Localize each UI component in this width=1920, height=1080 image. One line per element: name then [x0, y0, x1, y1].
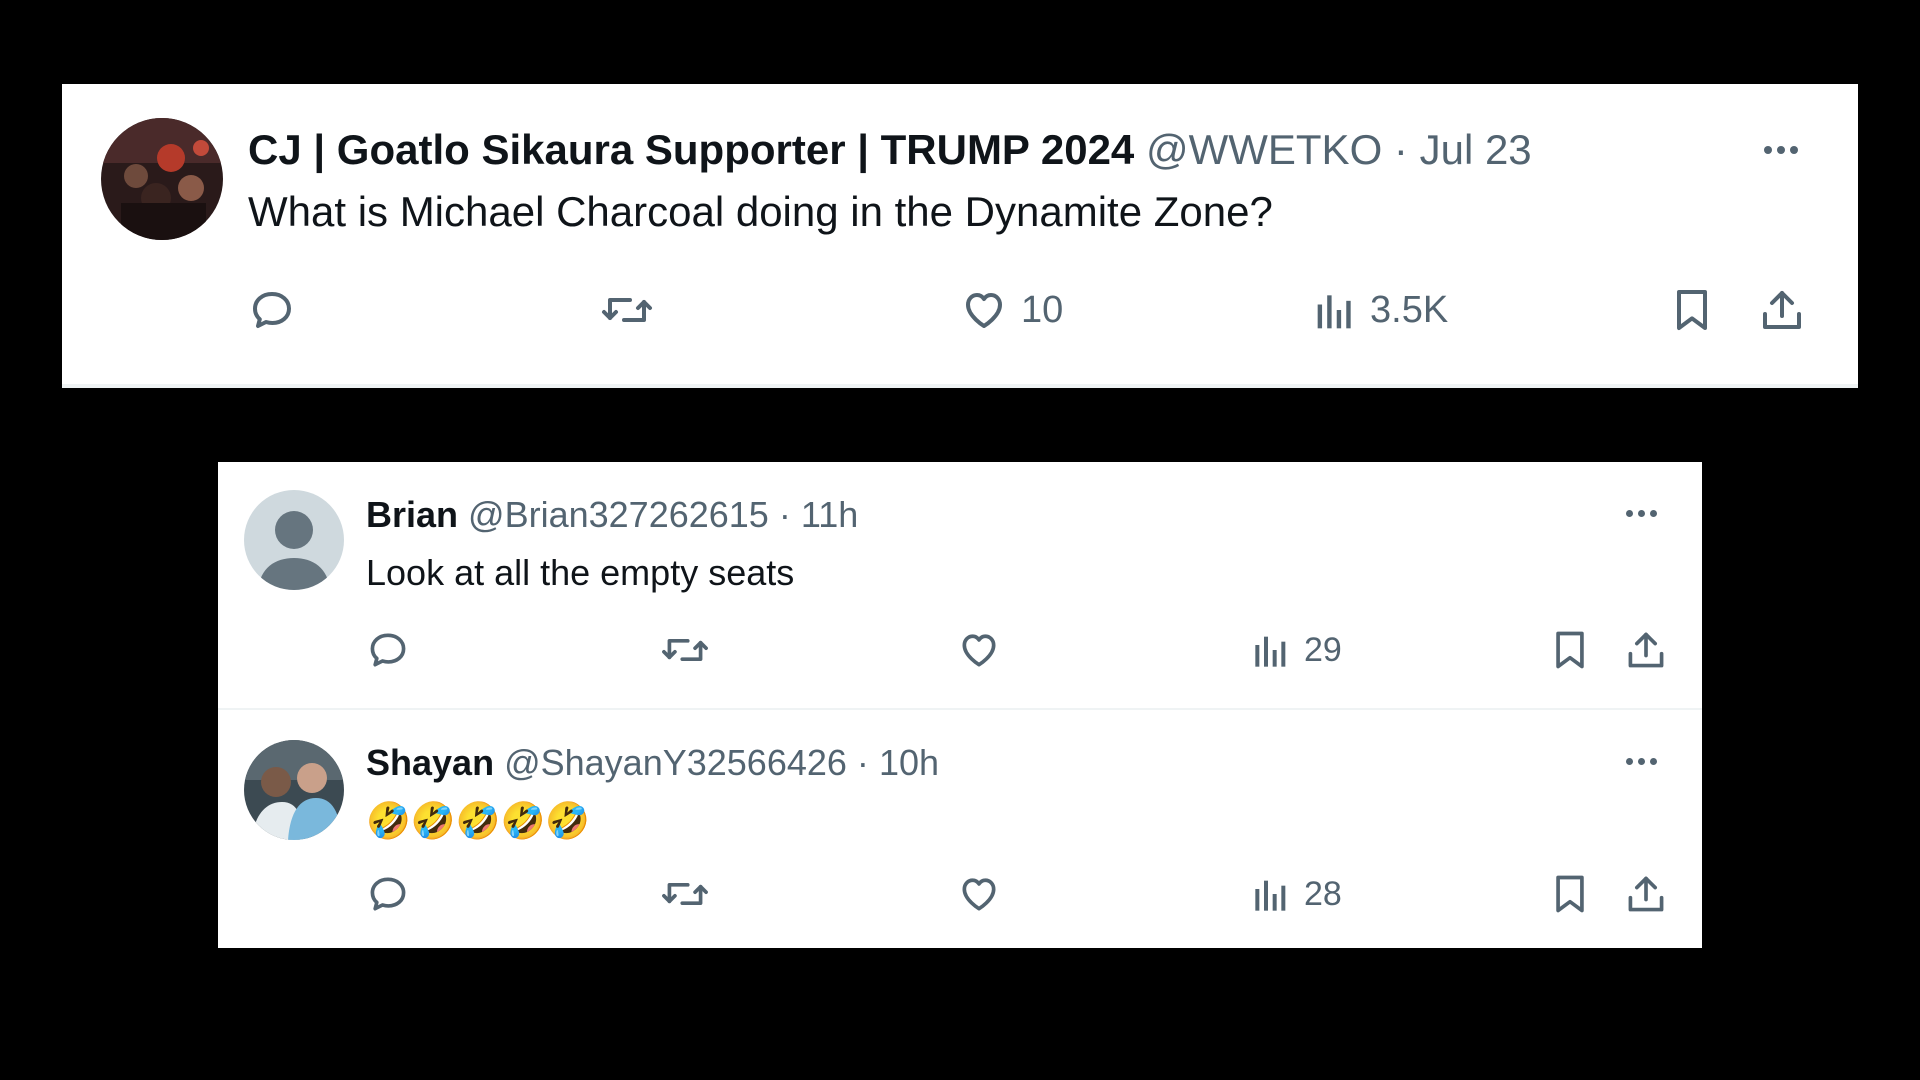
tweet-time[interactable]: 10h — [879, 742, 939, 783]
retweet-button[interactable] — [660, 628, 710, 672]
more-icon[interactable] — [1626, 758, 1657, 765]
author-name[interactable]: CJ | Goatlo Sikaura Supporter | TRUMP 20… — [248, 126, 1134, 173]
tweet-date[interactable]: Jul 23 — [1420, 126, 1532, 173]
avatar-photo — [101, 118, 223, 240]
views-button[interactable]: 3.5K — [1314, 286, 1448, 334]
tweet-time[interactable]: 11h — [801, 494, 858, 535]
author-handle[interactable]: @Brian327262615 — [468, 494, 769, 535]
tweet-text: What is Michael Charcoal doing in the Dy… — [248, 188, 1273, 235]
reply-tweet[interactable]: Brian @Brian327262615 · 11h Look at all … — [218, 462, 1702, 710]
tweet-text: Look at all the empty seats — [366, 552, 795, 593]
avatar[interactable] — [101, 118, 223, 240]
views-button[interactable]: 28 — [1252, 872, 1342, 916]
bookmark-button[interactable] — [1668, 286, 1716, 334]
bookmark-icon — [1556, 875, 1584, 913]
divider — [62, 384, 1858, 388]
author-handle[interactable]: @ShayanY32566426 — [504, 742, 847, 783]
avatar[interactable] — [244, 740, 344, 840]
author-name[interactable]: Brian — [366, 494, 458, 535]
reply-icon — [370, 633, 406, 667]
separator-dot: · — [856, 742, 869, 783]
share-button[interactable] — [1624, 872, 1668, 916]
retweet-icon — [602, 298, 652, 322]
reply-icon — [253, 292, 291, 328]
view-count: 29 — [1304, 630, 1342, 669]
avatar-photo — [244, 740, 344, 840]
separator-dot: · — [1393, 126, 1408, 173]
view-count: 28 — [1304, 874, 1342, 913]
like-icon — [962, 634, 996, 667]
tweet-header: Brian @Brian327262615 · 11h — [366, 494, 858, 536]
like-button[interactable]: 10 — [959, 286, 1063, 334]
reply-button[interactable] — [248, 286, 296, 334]
reply-button[interactable] — [366, 872, 410, 916]
views-icon — [1255, 636, 1286, 667]
tweet-header: Shayan @ShayanY32566426 · 10h — [366, 742, 939, 784]
retweet-icon — [662, 639, 708, 661]
like-button[interactable] — [956, 628, 1002, 672]
main-tweet[interactable]: CJ | Goatlo Sikaura Supporter | TRUMP 20… — [62, 84, 1858, 388]
author-handle[interactable]: @WWETKO — [1146, 126, 1382, 173]
reply-button[interactable] — [366, 628, 410, 672]
tweet-text: 🤣🤣🤣🤣🤣 — [366, 800, 591, 841]
author-name[interactable]: Shayan — [366, 742, 494, 783]
default-avatar-icon — [244, 490, 344, 590]
view-count: 3.5K — [1370, 288, 1449, 331]
bookmark-icon — [1677, 290, 1707, 330]
like-icon — [962, 878, 996, 911]
retweet-icon — [662, 883, 708, 905]
bookmark-icon — [1556, 631, 1584, 669]
share-icon — [1628, 876, 1664, 912]
bookmark-button[interactable] — [1548, 628, 1592, 672]
separator-dot: · — [778, 494, 791, 535]
tweet-header: CJ | Goatlo Sikaura Supporter | TRUMP 20… — [248, 126, 1532, 174]
reply-icon — [370, 877, 406, 911]
more-icon[interactable] — [1626, 510, 1657, 517]
avatar[interactable] — [244, 490, 344, 590]
more-icon[interactable] — [1764, 146, 1798, 154]
share-button[interactable] — [1624, 628, 1668, 672]
share-icon — [1763, 291, 1801, 329]
retweet-button[interactable] — [600, 286, 654, 334]
like-button[interactable] — [956, 872, 1002, 916]
like-icon — [966, 293, 1002, 328]
views-button[interactable]: 29 — [1252, 628, 1342, 672]
share-button[interactable] — [1758, 286, 1806, 334]
bookmark-button[interactable] — [1548, 872, 1592, 916]
like-count: 10 — [1021, 288, 1064, 331]
retweet-button[interactable] — [660, 872, 710, 916]
share-icon — [1628, 632, 1664, 668]
reply-tweet[interactable]: Shayan @ShayanY32566426 · 10h 🤣🤣🤣🤣🤣 28 — [218, 710, 1702, 948]
views-icon — [1317, 295, 1351, 329]
views-icon — [1255, 880, 1286, 911]
replies-panel: Brian @Brian327262615 · 11h Look at all … — [218, 462, 1702, 948]
